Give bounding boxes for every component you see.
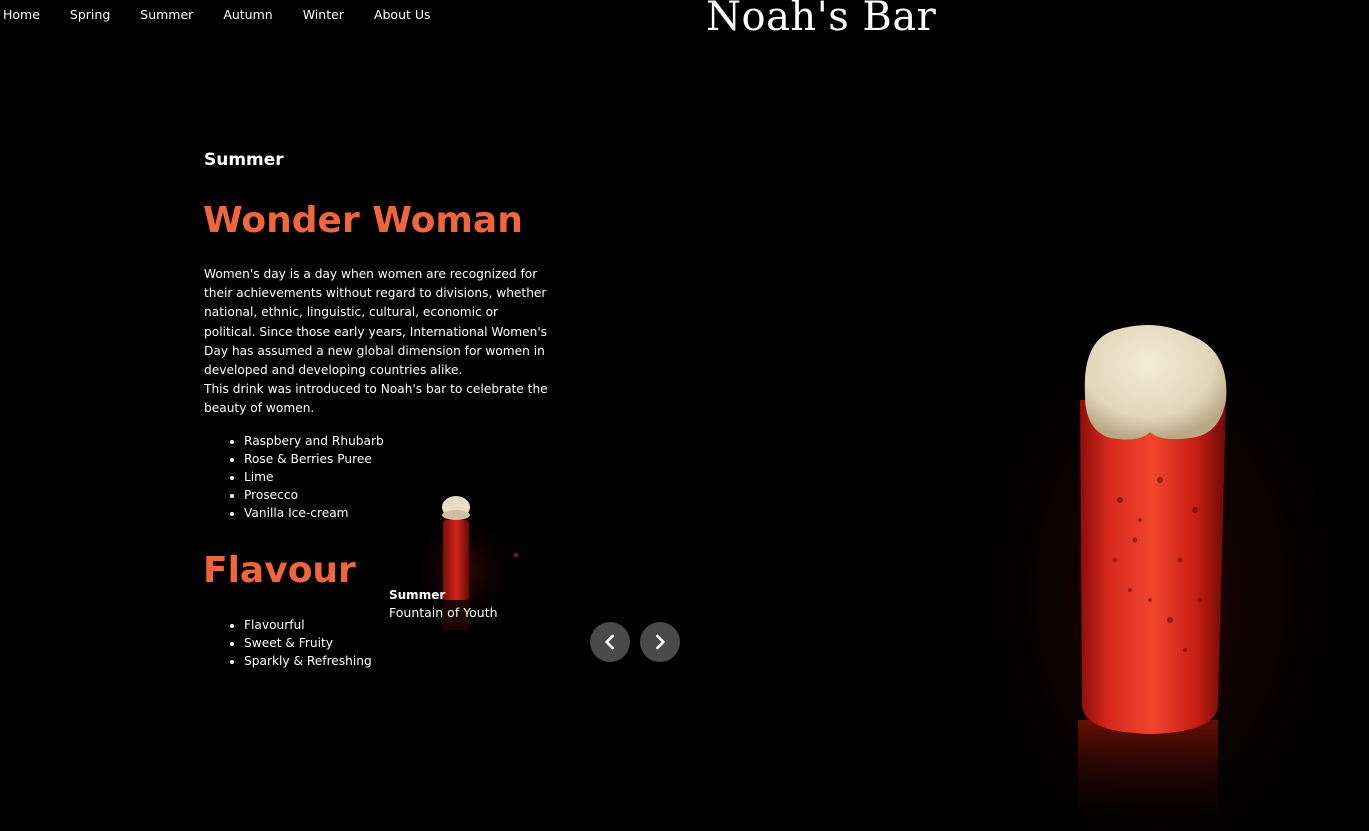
drink-hero-image: [990, 300, 1330, 831]
nav-summer[interactable]: Summer: [140, 7, 193, 23]
ingredient-item: Prosecco: [244, 486, 384, 504]
season-label: Summer: [204, 150, 284, 170]
ingredient-item: Vanilla Ice-cream: [244, 504, 384, 522]
nav-spring[interactable]: Spring: [70, 7, 110, 23]
nav-winter[interactable]: Winter: [303, 7, 344, 23]
flavour-item: Sweet & Fruity: [244, 634, 372, 652]
next-button[interactable]: [640, 622, 680, 662]
description-paragraph: Women's day is a day when women are reco…: [204, 267, 548, 378]
flavour-heading: Flavour: [203, 550, 356, 591]
description-paragraph: This drink was introduced to Noah's bar …: [204, 382, 548, 416]
drink-description: Women's day is a day when women are reco…: [204, 265, 549, 419]
flavour-item: Flavourful: [244, 616, 372, 634]
next-drink-season: Summer: [389, 588, 446, 602]
nav-home[interactable]: Home: [3, 7, 40, 23]
ingredient-item: Rose & Berries Puree: [244, 450, 384, 468]
nav-autumn[interactable]: Autumn: [223, 7, 272, 23]
ingredient-item: Lime: [244, 468, 384, 486]
brand-logo[interactable]: Noah's Bar: [706, 0, 936, 40]
chevron-right-icon: [656, 634, 665, 650]
main-nav: Home Spring Summer Autumn Winter About U…: [3, 7, 461, 23]
ingredient-item: Raspbery and Rhubarb: [244, 432, 384, 450]
page: { "nav": { "items": [ {"label": "Home"},…: [0, 0, 1369, 831]
flavour-item: Sparkly & Refreshing: [244, 652, 372, 670]
flavour-list: Flavourful Sweet & Fruity Sparkly & Refr…: [244, 616, 372, 670]
prev-button[interactable]: [590, 622, 630, 662]
nav-about-us[interactable]: About Us: [374, 7, 431, 23]
drink-title: Wonder Woman: [203, 200, 523, 241]
ingredients-list: Raspbery and Rhubarb Rose & Berries Pure…: [244, 432, 384, 522]
next-drink-name[interactable]: Fountain of Youth: [389, 605, 498, 620]
chevron-left-icon: [605, 634, 614, 650]
